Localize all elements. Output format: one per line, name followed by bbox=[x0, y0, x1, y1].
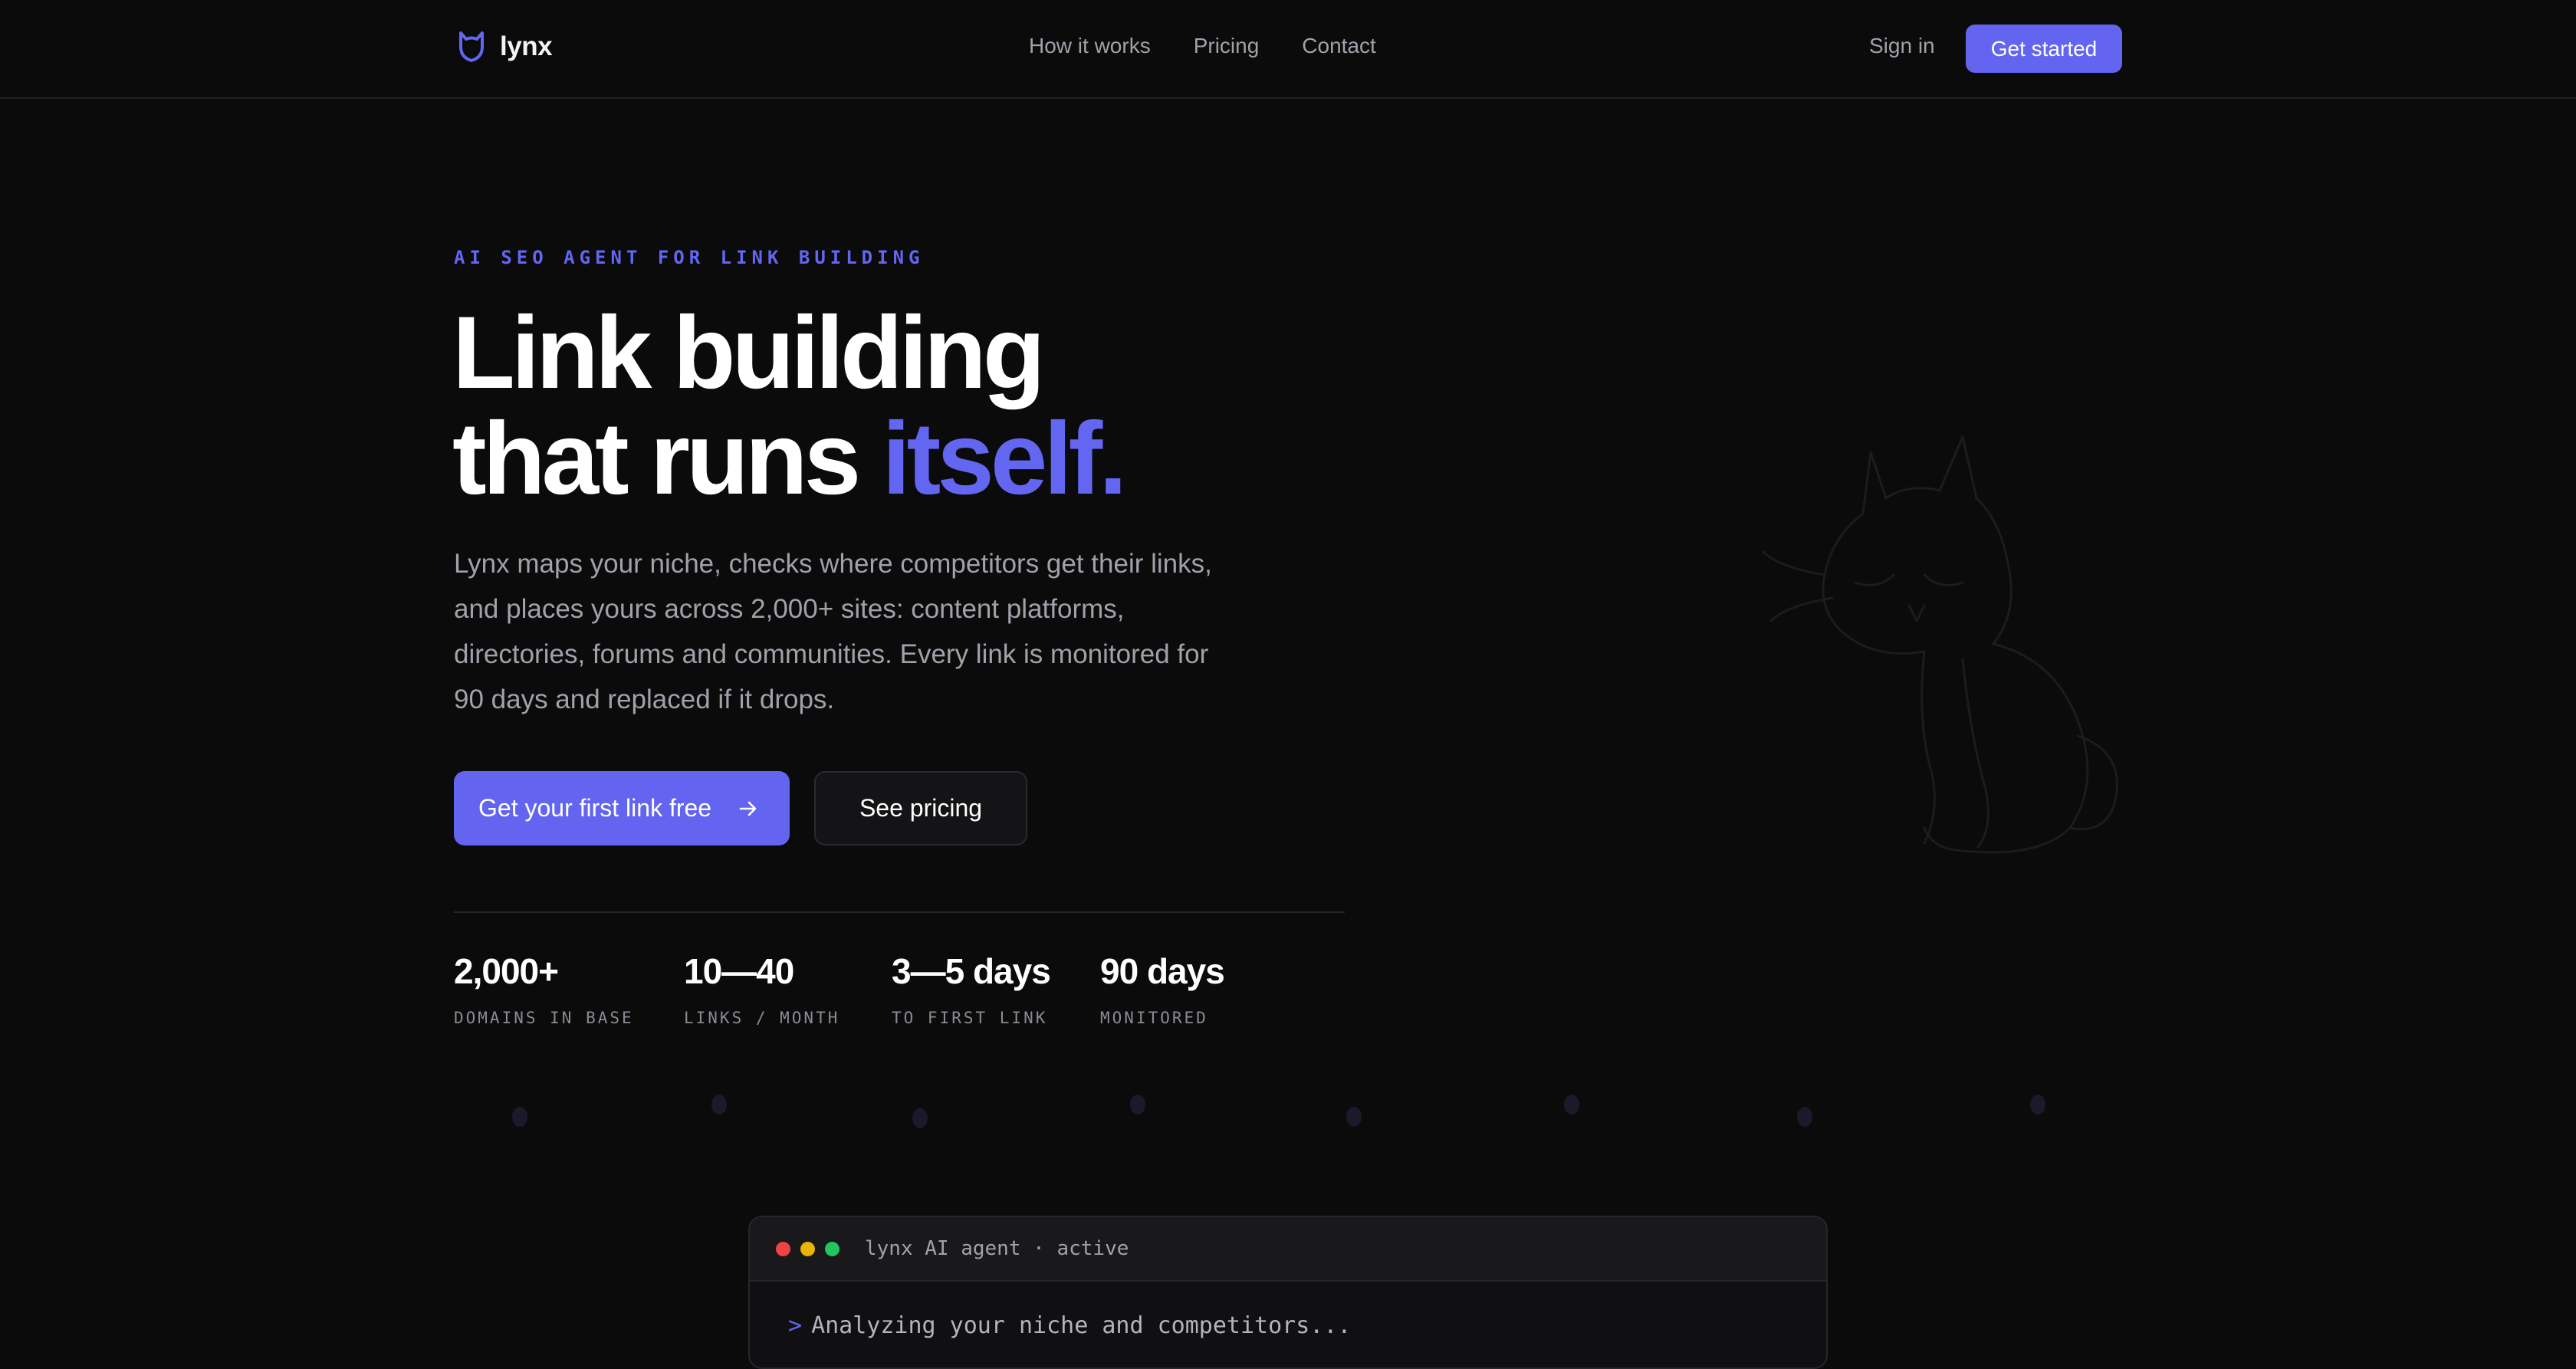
nav-link-pricing[interactable]: Pricing bbox=[1194, 34, 1260, 58]
decorative-dot bbox=[512, 1107, 527, 1127]
terminal-title: lynx AI agent · active bbox=[865, 1237, 1129, 1260]
decorative-dot bbox=[912, 1108, 928, 1128]
brand-name: lynx bbox=[500, 31, 553, 61]
stats-divider bbox=[454, 911, 1345, 913]
minimize-dot bbox=[800, 1241, 815, 1256]
hero-description: Lynx maps your niche, checks where compe… bbox=[454, 549, 1212, 714]
decorative-dot bbox=[2030, 1095, 2045, 1115]
hero-eyebrow: AI SEO AGENT FOR LINK BUILDING bbox=[454, 247, 925, 268]
stat-value: 2,000+ bbox=[454, 951, 559, 991]
terminal-line: Analyzing your niche and competitors... bbox=[811, 1312, 1352, 1339]
decorative-dot bbox=[711, 1095, 727, 1115]
stat-label: DOMAINS IN BASE bbox=[454, 1009, 634, 1027]
stat-domains: 2,000+ DOMAINS IN BASE bbox=[454, 950, 634, 1027]
decorative-dot bbox=[1797, 1107, 1812, 1127]
sign-in-link[interactable]: Sign in bbox=[1869, 34, 1935, 58]
headline-accent: itself. bbox=[882, 402, 1127, 516]
decorative-dot bbox=[1130, 1095, 1145, 1115]
stat-value: 10—40 bbox=[684, 951, 794, 991]
get-started-button[interactable]: Get started bbox=[1966, 25, 2122, 73]
terminal-body: > Analyzing your niche and competitors... bbox=[750, 1282, 1826, 1339]
decorative-dot bbox=[1346, 1107, 1362, 1127]
brand-logo[interactable]: lynx bbox=[457, 31, 553, 63]
arrow-right-icon bbox=[738, 798, 759, 819]
stat-value: 90 days bbox=[1100, 951, 1225, 991]
terminal-prompt: > bbox=[788, 1312, 803, 1339]
stat-value: 3—5 days bbox=[892, 951, 1051, 991]
maximize-dot bbox=[825, 1241, 840, 1256]
stat-monitored: 90 days MONITORED bbox=[1100, 950, 1225, 1027]
terminal-title-bar: lynx AI agent · active bbox=[750, 1217, 1826, 1282]
main-nav: How it works Pricing Contact bbox=[1029, 34, 1376, 58]
stat-label: LINKS / MONTH bbox=[684, 1009, 840, 1027]
nav-link-how-it-works[interactable]: How it works bbox=[1029, 34, 1151, 58]
hero-headline: Link building that runs itself. bbox=[452, 300, 1127, 512]
shield-cat-icon bbox=[457, 31, 486, 63]
see-pricing-button[interactable]: See pricing bbox=[814, 771, 1027, 845]
top-nav: lynx How it works Pricing Contact Sign i… bbox=[0, 0, 2576, 99]
stat-first-link: 3—5 days TO FIRST LINK bbox=[892, 950, 1051, 1027]
get-first-link-label: Get your first link free bbox=[478, 794, 712, 822]
close-dot bbox=[776, 1241, 790, 1256]
headline-line-2: that runs bbox=[452, 402, 882, 516]
headline-line-1: Link building bbox=[452, 296, 1046, 410]
stat-label: TO FIRST LINK bbox=[892, 1009, 1048, 1027]
stat-links-per-month: 10—40 LINKS / MONTH bbox=[684, 950, 840, 1027]
lynx-illustration bbox=[1733, 429, 2131, 862]
stat-label: MONITORED bbox=[1100, 1009, 1208, 1027]
decorative-dot bbox=[1564, 1095, 1579, 1115]
get-first-link-button[interactable]: Get your first link free bbox=[454, 771, 790, 845]
agent-terminal: lynx AI agent · active > Analyzing your n… bbox=[748, 1216, 1828, 1369]
nav-link-contact[interactable]: Contact bbox=[1302, 34, 1376, 58]
